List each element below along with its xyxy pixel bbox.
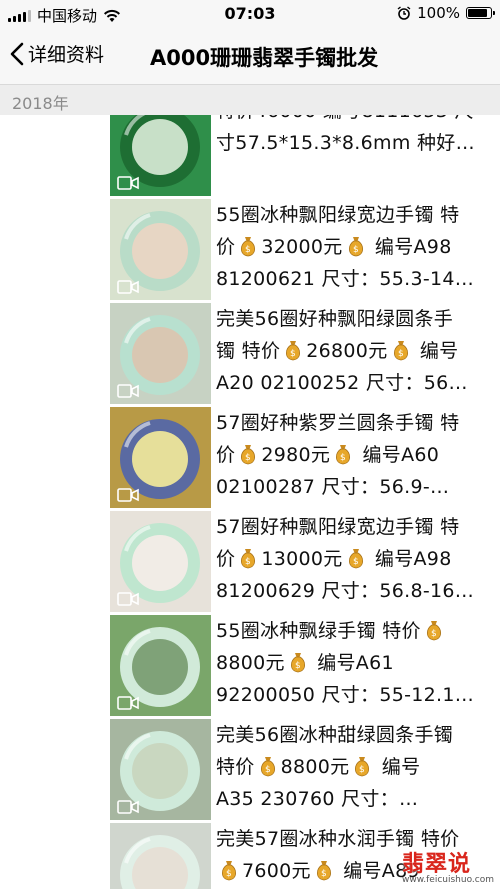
- bangle-video-thumbnail[interactable]: [110, 511, 211, 612]
- video-icon: [117, 592, 139, 606]
- bangle-video-thumbnail[interactable]: [110, 615, 211, 716]
- watermark: 翡翠说 www.feicuishuo.com: [402, 846, 498, 885]
- bangle-video-thumbnail[interactable]: [110, 823, 211, 889]
- item-description: 55圈冰种飘阳绿宽边手镯 特价 $32000元 $ 编号A98 81200621 尺寸…: [216, 199, 496, 295]
- item-description: 特价46000 编号8111653 尺寸57.5*15.3*8.6mm 种好…: [216, 115, 496, 159]
- money-bag-icon: $: [286, 341, 301, 361]
- description-line: 55圈冰种飘绿手镯 特价 $: [216, 615, 496, 647]
- svg-text:$: $: [397, 349, 403, 359]
- year-header: 2018年: [0, 85, 500, 115]
- money-bag-icon: $: [290, 653, 305, 673]
- description-line: 完美56圈好种飘阳绿圆条手: [216, 308, 454, 330]
- back-button[interactable]: 详细资料: [10, 40, 104, 67]
- svg-text:$: $: [245, 245, 251, 255]
- bangle-video-thumbnail[interactable]: [110, 407, 211, 508]
- description-line: A20 02100252 尺寸：56…: [216, 372, 468, 394]
- battery-fill: [468, 9, 487, 17]
- video-icon: [117, 280, 139, 294]
- description-line: 81200629 尺寸：56.8-16…: [216, 580, 475, 602]
- money-bag-icon: $: [241, 445, 256, 465]
- status-bar: 中国移动 07:03 100%: [0, 0, 500, 28]
- watermark-title: 翡翠说: [402, 852, 472, 877]
- bangle-video-thumbnail[interactable]: [110, 199, 211, 300]
- description-line: 完美56圈冰种甜绿圆条手镯: [216, 724, 454, 746]
- description-line: 57圈好种紫罗兰圆条手镯 特: [216, 412, 460, 434]
- feed-item[interactable]: 57圈好种紫罗兰圆条手镯 特价 $2980元 $ 编号A60 02100287 尺寸：…: [0, 407, 500, 511]
- svg-text:$: $: [353, 557, 359, 567]
- description-line: 92200050 尺寸：55-12.1…: [216, 684, 475, 706]
- watermark-url: www.feicuishuo.com: [402, 875, 495, 885]
- bangle-video-thumbnail[interactable]: [110, 719, 211, 820]
- year-label: 2018年: [12, 94, 69, 113]
- description-line: 寸57.5*15.3*8.6mm 种好…: [216, 132, 475, 154]
- moments-feed[interactable]: 特价46000 编号8111653 尺寸57.5*15.3*8.6mm 种好… 5…: [0, 115, 500, 889]
- battery-percent: 100%: [417, 4, 460, 22]
- money-bag-icon: $: [336, 445, 351, 465]
- alarm-icon: [397, 6, 411, 20]
- money-bag-icon: $: [241, 549, 256, 569]
- chevron-left-icon: [10, 42, 24, 65]
- svg-text:$: $: [295, 661, 301, 671]
- description-line: 镯 特价 $26800元 $ 编号: [216, 340, 459, 362]
- description-line: 57圈好种飘阳绿宽边手镯 特: [216, 516, 460, 538]
- item-description: 55圈冰种飘绿手镯 特价 $ 8800元 $ 编号A61 92200050 尺寸：55-…: [216, 615, 496, 711]
- bangle-video-thumbnail[interactable]: [110, 303, 211, 404]
- svg-text:$: $: [340, 453, 346, 463]
- svg-text:$: $: [321, 869, 327, 879]
- money-bag-icon: $: [393, 341, 408, 361]
- svg-text:$: $: [226, 869, 232, 879]
- svg-text:$: $: [431, 629, 437, 639]
- item-description: 完美56圈好种飘阳绿圆条手镯 特价 $26800元 $ 编号 A20 02100252…: [216, 303, 496, 399]
- feed-item[interactable]: 57圈好种飘阳绿宽边手镯 特价 $13000元 $ 编号A98 81200629 尺寸…: [0, 511, 500, 615]
- page-title: A000珊珊翡翠手镯批发: [150, 46, 379, 70]
- feed-item[interactable]: 55圈冰种飘阳绿宽边手镯 特价 $32000元 $ 编号A98 81200621 尺寸…: [0, 199, 500, 303]
- money-bag-icon: $: [348, 237, 363, 257]
- description-line: 55圈冰种飘阳绿宽边手镯 特: [216, 204, 460, 226]
- money-bag-icon: $: [426, 621, 441, 641]
- video-icon: [117, 800, 139, 814]
- item-description: 57圈好种飘阳绿宽边手镯 特价 $13000元 $ 编号A98 81200629 尺寸…: [216, 511, 496, 607]
- video-icon: [117, 176, 139, 190]
- description-line: 81200621 尺寸：55.3-14…: [216, 268, 475, 290]
- item-description: 57圈好种紫罗兰圆条手镯 特价 $2980元 $ 编号A60 02100287 尺寸：…: [216, 407, 496, 503]
- video-icon: [117, 488, 139, 502]
- item-description: 完美56圈冰种甜绿圆条手镯 特价 $8800元 $ 编号 A35 230760 尺寸：…: [216, 719, 496, 815]
- description-line: 特价 $8800元 $ 编号: [216, 756, 421, 778]
- video-icon: [117, 696, 139, 710]
- svg-text:$: $: [290, 349, 296, 359]
- description-line: A35 230760 尺寸：…: [216, 788, 419, 810]
- video-icon: [117, 384, 139, 398]
- svg-text:$: $: [353, 245, 359, 255]
- svg-text:$: $: [245, 557, 251, 567]
- svg-text:$: $: [245, 453, 251, 463]
- description-line: 价 $32000元 $ 编号A98: [216, 236, 452, 258]
- battery-icon: [466, 7, 495, 19]
- feed-item[interactable]: 完美56圈好种飘阳绿圆条手镯 特价 $26800元 $ 编号 A20 02100252…: [0, 303, 500, 407]
- back-label: 详细资料: [28, 44, 105, 66]
- feed-item[interactable]: 55圈冰种飘绿手镯 特价 $ 8800元 $ 编号A61 92200050 尺寸：55-…: [0, 615, 500, 719]
- feed-item[interactable]: 特价46000 编号8111653 尺寸57.5*15.3*8.6mm 种好…: [0, 115, 500, 199]
- description-line: 8800元 $ 编号A61: [216, 652, 394, 674]
- description-line: 价 $2980元 $ 编号A60: [216, 444, 440, 466]
- description-line: 02100287 尺寸：56.9-…: [216, 476, 450, 498]
- money-bag-icon: $: [260, 757, 275, 777]
- money-bag-icon: $: [355, 757, 370, 777]
- description-line: 价 $13000元 $ 编号A98: [216, 548, 452, 570]
- svg-text:$: $: [265, 765, 271, 775]
- bangle-video-thumbnail[interactable]: [110, 115, 211, 196]
- money-bag-icon: $: [348, 549, 363, 569]
- description-line: 特价46000 编号8111653 尺: [216, 115, 496, 127]
- feed-item[interactable]: 完美56圈冰种甜绿圆条手镯 特价 $8800元 $ 编号 A35 230760 尺寸：…: [0, 719, 500, 823]
- money-bag-icon: $: [221, 861, 237, 881]
- money-bag-icon: $: [241, 237, 256, 257]
- money-bag-icon: $: [316, 861, 331, 881]
- svg-text:$: $: [359, 765, 365, 775]
- nav-bar: 详细资料 A000珊珊翡翠手镯批发: [0, 28, 500, 85]
- status-right: 100%: [397, 4, 495, 22]
